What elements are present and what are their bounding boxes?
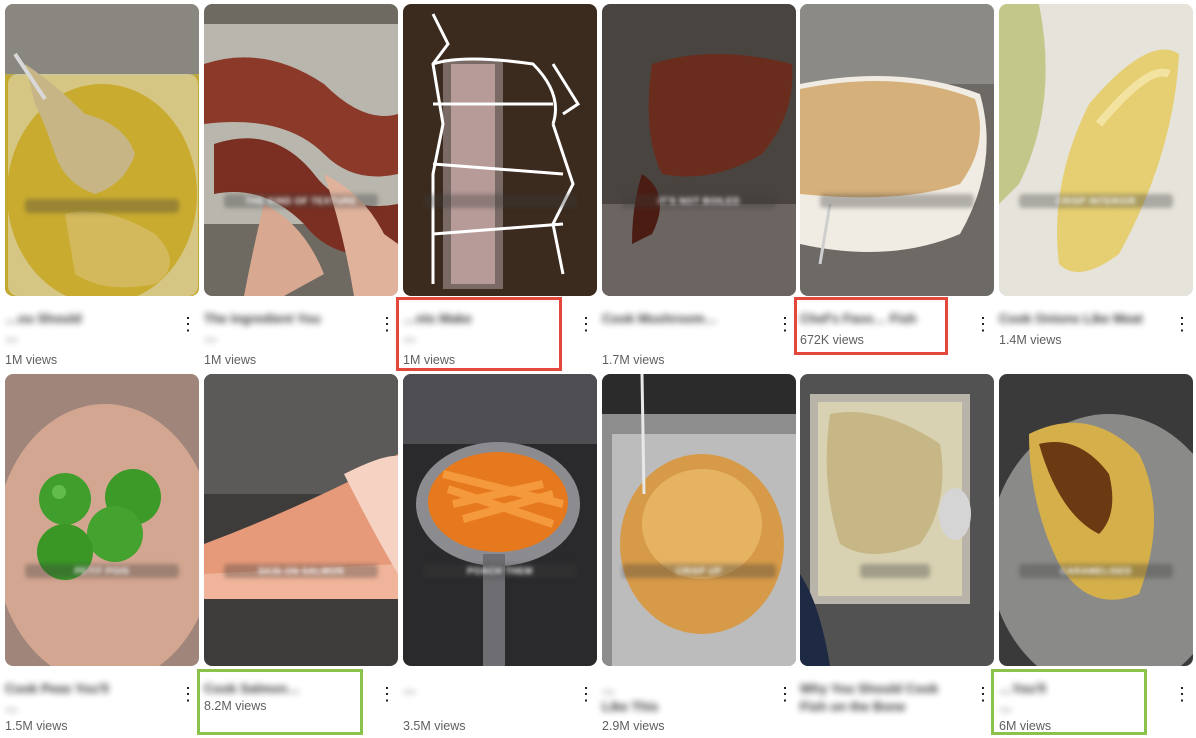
more-actions-icon[interactable]: ⋮ xyxy=(378,314,396,334)
view-count: 1.4M views xyxy=(999,333,1062,347)
video-thumbnail[interactable]: CRISP UP xyxy=(602,374,796,666)
thumbnail-caption xyxy=(860,564,930,578)
view-count: 1.7M views xyxy=(602,353,665,367)
video-thumbnail[interactable]: CRISP INTERIOR xyxy=(999,4,1193,296)
more-actions-icon[interactable]: ⋮ xyxy=(179,314,197,334)
thumbnail-caption: THE KIND OF TEXTURE xyxy=(224,194,378,208)
thumbnail-caption: PETIT POIS xyxy=(25,564,179,578)
video-title[interactable]: The Ingredient You … xyxy=(204,310,372,346)
thumbnail-caption xyxy=(423,194,577,208)
video-meta: Cook Onions Like Meat ⋮ 1.4M views xyxy=(999,304,1193,368)
view-count: 1M views xyxy=(204,353,257,367)
more-actions-icon[interactable]: ⋮ xyxy=(378,684,396,704)
thumbnail-caption: CRISP INTERIOR xyxy=(1019,194,1173,208)
highlight-box-red xyxy=(396,297,562,371)
video-thumbnail[interactable]: THE KIND OF TEXTURE xyxy=(204,4,398,296)
video-thumbnail[interactable]: CARAMELISED xyxy=(999,374,1193,666)
more-actions-icon[interactable]: ⋮ xyxy=(1173,314,1191,334)
view-count: 2.9M views xyxy=(602,719,665,733)
video-title[interactable]: Why You Should Cook Fish on the Bone xyxy=(800,680,968,716)
more-actions-icon[interactable]: ⋮ xyxy=(974,684,992,704)
video-thumbnail[interactable]: SKIN ON SALMON xyxy=(204,374,398,666)
more-actions-icon[interactable]: ⋮ xyxy=(974,314,992,334)
video-title[interactable]: Cook Mushroom… xyxy=(602,310,770,328)
highlight-box-red xyxy=(794,297,948,355)
more-actions-icon[interactable]: ⋮ xyxy=(1173,684,1191,704)
video-meta: … Like This ⋮ 2.9M views xyxy=(602,674,796,738)
video-thumbnail[interactable]: PETIT POIS xyxy=(5,374,199,666)
video-meta: The Ingredient You … ⋮ 1M views xyxy=(204,304,398,368)
more-actions-icon[interactable]: ⋮ xyxy=(577,314,595,334)
video-thumbnail[interactable]: IT'S NOT BOILED xyxy=(602,4,796,296)
video-title[interactable]: … Like This xyxy=(602,680,770,716)
video-title[interactable]: Cook Peas You'll … xyxy=(5,680,173,716)
thumbnail-caption: IT'S NOT BOILED xyxy=(622,194,776,208)
more-actions-icon[interactable]: ⋮ xyxy=(179,684,197,704)
video-meta: …ou Should … ⋮ 1M views xyxy=(5,304,199,368)
highlight-box-green xyxy=(197,669,363,735)
thumbnail-caption: SKIN ON SALMON xyxy=(224,564,378,578)
view-count: 1M views xyxy=(5,353,58,367)
video-meta: … ⋮ 3.5M views xyxy=(403,674,597,738)
video-thumbnail[interactable]: POACH THEM xyxy=(403,374,597,666)
video-title[interactable]: … xyxy=(403,680,571,698)
video-meta: Cook Mushroom… ⋮ 1.7M views xyxy=(602,304,796,368)
video-thumbnail[interactable] xyxy=(800,374,994,666)
more-actions-icon[interactable]: ⋮ xyxy=(776,684,794,704)
video-title[interactable]: Cook Onions Like Meat xyxy=(999,310,1167,328)
highlight-box-green xyxy=(991,669,1147,735)
thumbnail-caption xyxy=(820,194,974,208)
video-meta: Why You Should Cook Fish on the Bone ⋮ xyxy=(800,674,994,738)
more-actions-icon[interactable]: ⋮ xyxy=(577,684,595,704)
more-actions-icon[interactable]: ⋮ xyxy=(776,314,794,334)
video-thumbnail[interactable] xyxy=(403,4,597,296)
thumbnail-caption: POACH THEM xyxy=(423,564,577,578)
thumbnail-caption xyxy=(25,199,179,213)
view-count: 3.5M views xyxy=(403,719,466,733)
video-thumbnail[interactable] xyxy=(800,4,994,296)
thumbnail-caption: CARAMELISED xyxy=(1019,564,1173,578)
view-count: 1.5M views xyxy=(5,719,68,733)
video-thumbnail[interactable] xyxy=(5,4,199,296)
thumbnail-caption: CRISP UP xyxy=(622,564,776,578)
video-meta: Cook Peas You'll … ⋮ 1.5M views xyxy=(5,674,199,738)
video-title[interactable]: …ou Should … xyxy=(5,310,173,346)
